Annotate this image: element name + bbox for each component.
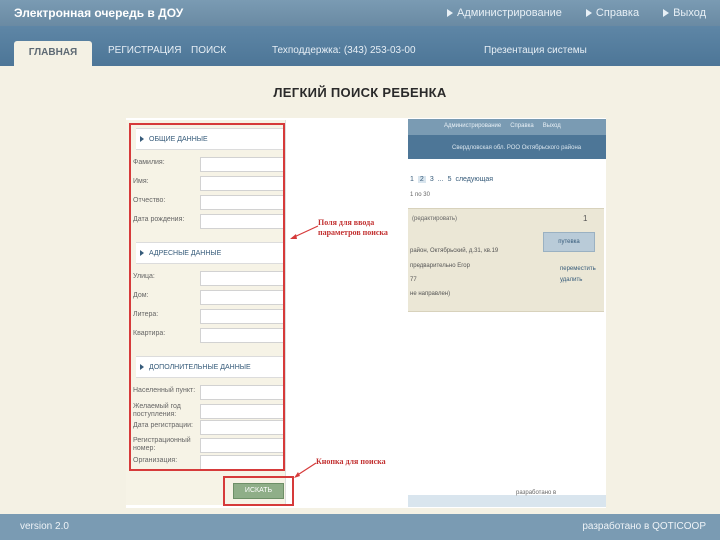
arrow-right-icon bbox=[585, 9, 592, 17]
edit-link[interactable]: (редактировать) bbox=[412, 216, 457, 222]
page-title: ЛЕГКИЙ ПОИСК РЕБЕНКА bbox=[273, 85, 447, 100]
top-header: Электронная очередь в ДОУ Администрирова… bbox=[0, 0, 720, 26]
results-help-link[interactable]: Справка bbox=[510, 123, 534, 129]
result-status: не направлен) bbox=[410, 291, 451, 297]
developer-credit[interactable]: разработано в QOTICOOP bbox=[582, 521, 706, 532]
page-3[interactable]: 3 bbox=[430, 176, 434, 183]
result-number-line: 77 bbox=[410, 277, 417, 283]
top-links: Администрирование Справка Выход bbox=[447, 7, 706, 19]
fields-highlight bbox=[129, 123, 285, 471]
presentation-link[interactable]: Презентация системы bbox=[484, 45, 587, 56]
tab-registration[interactable]: РЕГИСТРАЦИЯ bbox=[108, 45, 181, 56]
results-count: 1 по 30 bbox=[410, 192, 430, 198]
pagination: 1 2 3 ... 5 следующая bbox=[410, 176, 493, 183]
results-footer bbox=[408, 495, 606, 507]
nav-bar: ГЛАВНАЯ РЕГИСТРАЦИЯ ПОИСК Техподдержка: … bbox=[0, 26, 720, 66]
help-link[interactable]: Справка bbox=[585, 7, 639, 19]
result-name: предварительно Егор bbox=[410, 263, 470, 269]
results-footer-text: разработано в bbox=[516, 490, 557, 496]
tab-search[interactable]: ПОИСК bbox=[191, 45, 226, 56]
page-next[interactable]: следующая bbox=[455, 176, 493, 183]
results-nav-text: Свердловская обл. РОО Октябрьского район… bbox=[452, 145, 582, 151]
logout-link[interactable]: Выход bbox=[663, 7, 706, 19]
page-5[interactable]: 5 bbox=[448, 176, 452, 183]
admin-link[interactable]: Администрирование bbox=[447, 7, 562, 19]
search-button[interactable]: ИСКАТЬ bbox=[233, 483, 284, 499]
move-link[interactable]: переместить bbox=[560, 266, 596, 272]
results-logout-link[interactable]: Выход bbox=[543, 123, 561, 129]
page-1[interactable]: 1 bbox=[410, 176, 414, 183]
arrow-right-icon bbox=[663, 9, 670, 17]
arrow-right-icon bbox=[447, 9, 454, 17]
app-title[interactable]: Электронная очередь в ДОУ bbox=[14, 6, 183, 20]
results-header-links: Администрирование Справка Выход bbox=[444, 123, 561, 129]
result-address: район, Октябрьский, д.31, кв.19 bbox=[410, 248, 499, 254]
result-number: 1 bbox=[583, 214, 588, 223]
version-label: version 2.0 bbox=[20, 521, 69, 532]
button-annotation: Кнопка для поиска bbox=[316, 457, 402, 467]
support-phone: Техподдержка: (343) 253-03-00 bbox=[272, 45, 416, 56]
tab-main[interactable]: ГЛАВНАЯ bbox=[14, 41, 92, 66]
voucher-button[interactable]: путевка bbox=[543, 232, 595, 252]
page-ellipsis: ... bbox=[437, 176, 444, 183]
results-admin-link[interactable]: Администрирование bbox=[444, 123, 501, 129]
delete-link[interactable]: удалить bbox=[560, 277, 582, 283]
page-2[interactable]: 2 bbox=[417, 176, 426, 183]
fields-annotation: Поля для ввода параметров поиска bbox=[318, 218, 404, 238]
